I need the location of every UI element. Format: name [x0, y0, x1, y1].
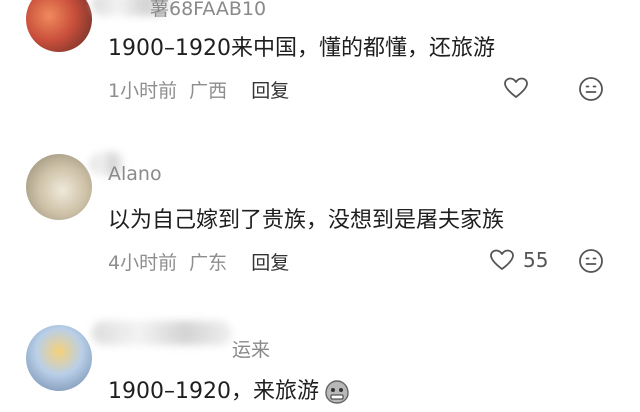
heart-outline-icon: [504, 77, 528, 98]
comment-text[interactable]: 1900–1920来中国，懂的都懂，还旅游: [108, 30, 495, 62]
more-button[interactable]: [578, 248, 604, 278]
neutral-face-icon: [579, 249, 603, 273]
comment-location: 广西: [189, 80, 228, 102]
avatar[interactable]: [26, 325, 92, 391]
like-button[interactable]: 55: [489, 248, 548, 272]
neutral-face-icon: [579, 77, 603, 101]
reply-button[interactable]: 回复: [251, 80, 289, 102]
comment-text-body: 1900–1920，来旅游: [108, 379, 319, 404]
reply-button[interactable]: 回复: [251, 252, 289, 274]
like-count: 55: [523, 248, 549, 272]
username[interactable]: Alano: [108, 163, 162, 185]
comment-item: 运来 1900–1920，来旅游: [0, 295, 640, 412]
comment-time: 1小时前: [108, 80, 178, 102]
comment-item: Alano 以为自己嫁到了贵族，没想到是屠夫家族 4小时前 广东 回复 55: [0, 130, 640, 295]
heart-outline-icon: [490, 249, 514, 270]
more-button[interactable]: [578, 76, 604, 106]
grimace-sticker-icon: [325, 380, 349, 404]
username[interactable]: 运来: [232, 335, 270, 362]
avatar[interactable]: [26, 154, 92, 220]
comment-text[interactable]: 以为自己嫁到了贵族，没想到是屠夫家族: [108, 202, 504, 234]
comment-time: 4小时前: [108, 252, 178, 274]
comment-item: 薯68FAAB10 1900–1920来中国，懂的都懂，还旅游 1小时前 广西 …: [0, 0, 640, 130]
username-blur: [92, 321, 232, 345]
username[interactable]: 薯68FAAB10: [150, 0, 266, 21]
avatar[interactable]: [26, 0, 92, 52]
like-button[interactable]: [503, 76, 537, 100]
comment-location: 广东: [189, 252, 228, 274]
comment-meta: 4小时前 广东 回复: [108, 248, 289, 275]
comment-text[interactable]: 1900–1920，来旅游: [108, 373, 351, 406]
comment-meta: 1小时前 广西 回复: [108, 76, 289, 103]
